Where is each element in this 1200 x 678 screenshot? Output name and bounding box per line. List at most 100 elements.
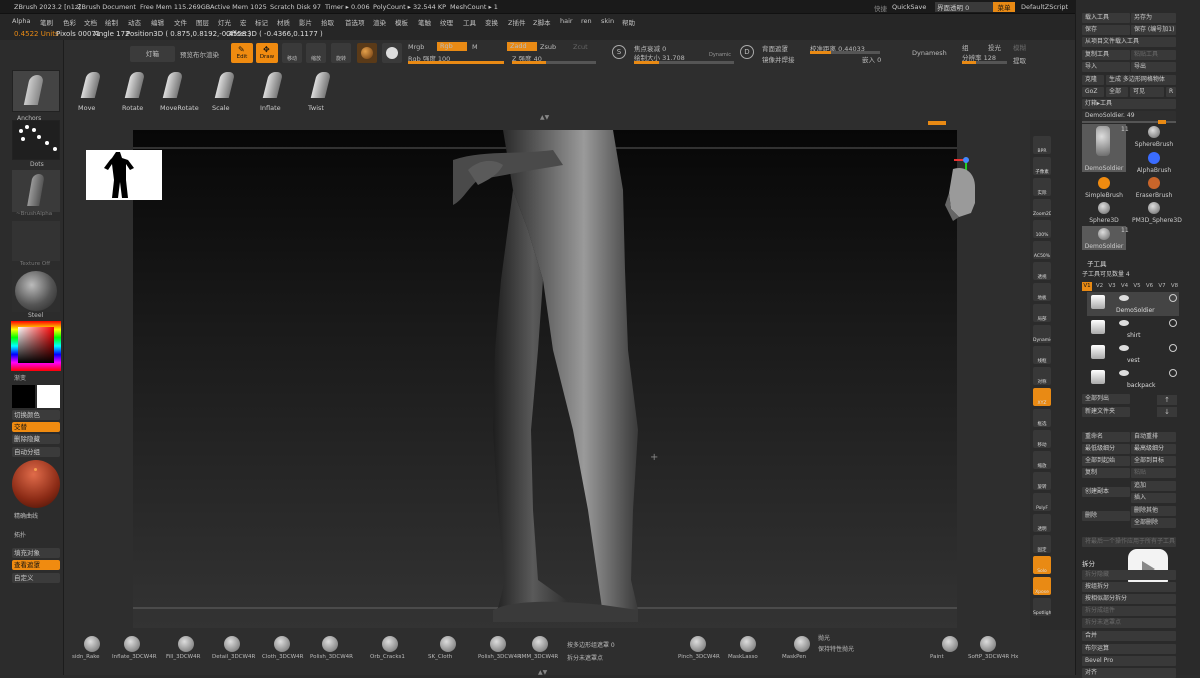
bottom-brush-4[interactable]: Cloth_3DCW4R — [262, 634, 303, 664]
rightshelf-button-6[interactable]: 透视 — [1033, 262, 1051, 280]
rightshelf-button-17[interactable]: PolyF — [1033, 493, 1051, 511]
material-preview-button[interactable] — [12, 270, 60, 312]
tool-thumb-4[interactable]: EraserBrush — [1132, 175, 1176, 199]
new-folder-button[interactable]: 新建文件夹 — [1082, 407, 1130, 417]
split-unmasked-points-button[interactable]: 拆分未遮罩点 — [567, 653, 603, 662]
visibility-eye-icon[interactable] — [1119, 370, 1129, 376]
menu-item-13[interactable]: 影片 — [299, 17, 312, 27]
create-copy-button[interactable]: 创建副本 — [1082, 487, 1130, 497]
rightshelf-button-4[interactable]: 100% — [1033, 220, 1051, 238]
paste-tool-button[interactable]: 粘贴工具 — [1131, 50, 1176, 60]
lightbox-button[interactable]: 灯箱 — [130, 46, 175, 62]
import-button[interactable]: 导入 — [1082, 62, 1130, 72]
bottom-brush-13[interactable]: Paint — [930, 634, 970, 664]
bottom-brush-1[interactable]: Inflate_3DCW4R — [112, 634, 157, 664]
subtool-row[interactable]: vest — [1087, 342, 1179, 366]
rightshelf-button-18[interactable]: 透明 — [1033, 514, 1051, 532]
delete-hidden-button[interactable]: 删除隐藏 — [12, 434, 60, 444]
rightshelf-button-20[interactable]: Solo — [1033, 556, 1051, 574]
polypaint-toggle-icon[interactable] — [1169, 319, 1177, 327]
rightshelf-button-13[interactable]: 框选 — [1033, 409, 1051, 427]
brush-inflate[interactable]: Inflate — [260, 70, 300, 114]
bottom-brush-9[interactable]: IMM_3DCW4R — [520, 634, 560, 664]
brush-alpha-button[interactable] — [12, 170, 60, 212]
dots-stroke-button[interactable] — [12, 120, 60, 160]
polypaint-toggle-icon[interactable] — [1169, 344, 1177, 352]
list-all-button[interactable]: 全部列出 — [1082, 394, 1130, 404]
gradient-button[interactable]: 渐变 — [14, 373, 26, 382]
rightshelf-button-11[interactable]: 对称 — [1033, 367, 1051, 385]
append-button[interactable]: 追加 — [1131, 481, 1176, 491]
insert-slider[interactable]: 嵌入 0 — [862, 54, 881, 64]
subtool-row[interactable]: DemoSoldier — [1087, 292, 1179, 316]
lazy-radius-track[interactable] — [810, 51, 880, 54]
rightshelf-button-19[interactable]: 固定 — [1033, 535, 1051, 553]
groups-split-button[interactable]: 按组拆分 — [1082, 582, 1176, 592]
tool-thumb-6[interactable]: PM3D_Sphere3D — [1132, 200, 1182, 224]
mrgb-button[interactable]: Mrgb — [408, 43, 424, 51]
apply-all-subtools-button[interactable]: 将最后一个操作应用于所有子工具 — [1082, 537, 1176, 547]
auto-group-button[interactable]: 自动分组 — [12, 447, 60, 457]
head-navigation-icon[interactable] — [945, 165, 979, 223]
split-unmasked-button[interactable]: 拆分未遮罩点 — [1082, 618, 1176, 628]
polypaint-toggle-icon[interactable] — [1169, 294, 1177, 302]
boolean-button[interactable]: 布尔运算 — [1082, 644, 1176, 654]
viewport-canvas[interactable]: + — [86, 130, 975, 628]
menu-item-14[interactable]: 拾取 — [321, 17, 334, 27]
menu-item-19[interactable]: 纹理 — [440, 17, 453, 27]
rightshelf-button-21[interactable]: Xpose — [1033, 577, 1051, 595]
subtool-row[interactable]: shirt — [1087, 317, 1179, 341]
save-button[interactable]: 保存 — [1082, 25, 1130, 35]
menu-item-23[interactable]: Z脚本 — [533, 17, 550, 27]
bottom-brush-14[interactable]: SoftP_3DCW4R Hx — [968, 634, 1018, 664]
tool-thumb-7[interactable]: DemoSoldier — [1082, 226, 1126, 250]
menu-item-25[interactable]: ren — [581, 17, 592, 25]
subtool-tab-v3[interactable]: V3 — [1107, 282, 1117, 291]
menu-item-9[interactable]: 灯光 — [218, 17, 231, 27]
load-tool-button[interactable]: 载入工具 — [1082, 13, 1130, 23]
menu-item-8[interactable]: 图层 — [196, 17, 209, 27]
bottom-brush-6[interactable]: Orb_Cracks1 — [370, 634, 410, 664]
stroke-button[interactable] — [382, 43, 402, 63]
make-polymesh-button[interactable]: 生成 多边形网格物体 — [1106, 75, 1176, 85]
material-button[interactable] — [357, 43, 377, 63]
menu-item-16[interactable]: 渲染 — [373, 17, 386, 27]
bottom-brush-2[interactable]: Fill_3DCW4R — [166, 634, 206, 664]
alternate-button[interactable]: 交替 — [12, 422, 60, 432]
subtool-row[interactable]: backpack — [1087, 367, 1179, 391]
view-mask-button[interactable]: 查看遮罩 — [12, 560, 60, 570]
bottom-brush-12[interactable]: MaskPen — [782, 634, 822, 664]
menu-item-4[interactable]: 绘制 — [105, 17, 118, 27]
brush-moverotate[interactable]: MoveRotate — [160, 70, 200, 114]
bottom-brush-10[interactable]: Pinch_3DCW4R — [678, 634, 720, 664]
follow-feature-polish-slider[interactable]: 保持特性抛光 — [818, 644, 854, 653]
resolution-track[interactable] — [962, 61, 1007, 64]
visibility-eye-icon[interactable] — [1119, 345, 1129, 351]
visibility-eye-icon[interactable] — [1119, 295, 1129, 301]
all-to-target-button[interactable]: 全部到目标 — [1131, 456, 1176, 466]
navigation-thumbnail[interactable] — [86, 150, 162, 200]
subtool-tab-v5[interactable]: V5 — [1132, 282, 1142, 291]
precision-curve-button[interactable]: 精确曲线 — [14, 511, 38, 520]
bottom-brush-7[interactable]: SK_Cloth — [428, 634, 468, 664]
dynamic-toggle[interactable]: Dynamic — [709, 52, 731, 58]
mirror-weld-button[interactable]: 镜像并焊接 — [762, 54, 795, 64]
split-similar-button[interactable]: 按相似部分拆分 — [1082, 594, 1176, 604]
menu-item-24[interactable]: hair — [560, 17, 573, 25]
rightshelf-button-8[interactable]: 局部 — [1033, 304, 1051, 322]
texture-button[interactable] — [12, 221, 60, 261]
subtool-tab-v7[interactable]: V7 — [1157, 282, 1167, 291]
polypaint-toggle-icon[interactable] — [1169, 369, 1177, 377]
subtool-tab-v8[interactable]: V8 — [1170, 282, 1180, 291]
menu-item-12[interactable]: 材质 — [277, 17, 290, 27]
split-to-parts-button[interactable]: 拆分成组件 — [1082, 606, 1176, 616]
copy-tool-button[interactable]: 复制工具 — [1082, 50, 1130, 60]
menu-item-21[interactable]: 变换 — [485, 17, 498, 27]
menu-item-2[interactable]: 色彩 — [63, 17, 76, 27]
project-toggle[interactable]: 投光 — [988, 42, 1001, 52]
anchors-stroke-button[interactable]: Anchors — [12, 70, 60, 122]
rightshelf-button-22[interactable]: Spotlight — [1033, 598, 1051, 616]
subtool-tab-v2[interactable]: V2 — [1095, 282, 1105, 291]
goz-r-button[interactable]: R — [1166, 87, 1176, 97]
rightshelf-button-10[interactable]: 线框 — [1033, 346, 1051, 364]
